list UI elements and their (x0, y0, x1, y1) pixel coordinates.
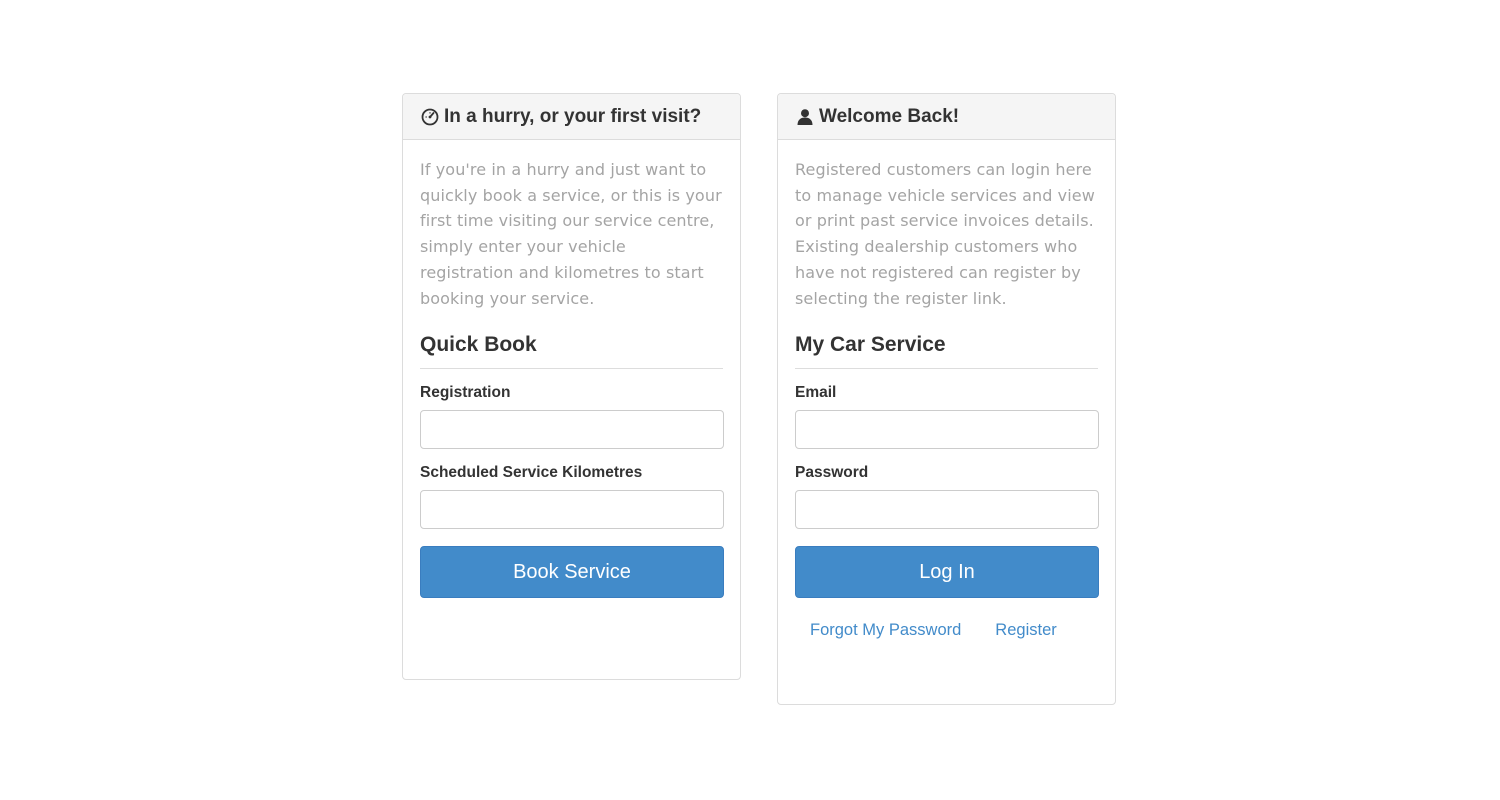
registration-input[interactable] (420, 410, 724, 450)
quick-book-panel-heading: In a hurry, or your first visit? (403, 94, 740, 140)
login-intro-text: Registered customers can login here to m… (795, 160, 1095, 308)
book-service-button[interactable]: Book Service (420, 546, 724, 599)
password-label: Password (795, 464, 869, 482)
quick-book-panel-body: If you're in a hurry and just want to qu… (403, 140, 740, 599)
login-links: Forgot My Password Register (795, 621, 1098, 640)
dashboard-gauge-icon (420, 107, 440, 127)
user-icon (795, 107, 815, 127)
login-panel-heading: Welcome Back! (778, 94, 1115, 140)
registration-label: Registration (420, 384, 511, 402)
quick-book-title: Quick Book (420, 333, 723, 370)
kilometres-label: Scheduled Service Kilometres (420, 464, 643, 482)
quick-book-panel-title: In a hurry, or your first visit? (444, 105, 702, 127)
quick-book-panel: In a hurry, or your first visit? If you'… (402, 93, 741, 680)
email-label: Email (795, 384, 837, 402)
register-link[interactable]: Register (995, 621, 1056, 640)
my-car-service-title: My Car Service (795, 333, 1098, 370)
quick-book-intro-text: If you're in a hurry and just want to qu… (420, 160, 722, 308)
forgot-password-link[interactable]: Forgot My Password (810, 621, 961, 640)
login-panel-body: Registered customers can login here to m… (778, 140, 1115, 640)
password-field[interactable] (795, 490, 1099, 530)
login-panel: Welcome Back! Registered customers can l… (777, 93, 1116, 705)
email-field[interactable] (795, 410, 1099, 450)
log-in-button[interactable]: Log In (795, 546, 1099, 599)
login-panel-title: Welcome Back! (819, 105, 960, 127)
kilometres-input[interactable] (420, 490, 724, 530)
